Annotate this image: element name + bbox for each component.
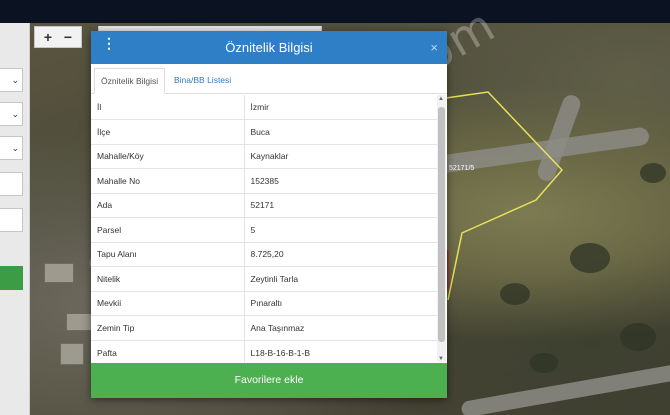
table-row: Mahalle/Köy Kaynaklar [91,143,437,169]
attribute-value: 8.725,20 [244,241,437,267]
attribute-key: Nitelik [91,266,245,291]
attribute-table: İl İzmir İlçe Buca Mahalle/Köy Kaynaklar Mahal… [91,95,447,362]
modal-tabs: Öznitelik Bilgisi Bina/BB Listesi [91,64,447,94]
side-search-button[interactable] [0,266,23,290]
attribute-key: Parsel [91,217,245,242]
table-row: Tapu Alanı 8.725,20 [91,241,437,267]
map-zoom-controls: + − [34,26,82,48]
add-favorites-button[interactable]: Favorilere ekle [91,363,447,398]
side-select-1[interactable]: ⌄ [0,68,23,92]
attribute-key: Pafta [91,339,245,362]
attribute-key: İl [91,95,245,120]
table-row: Mevkii Pınaraltı [91,290,437,316]
tab-attribute-info[interactable]: Öznitelik Bilgisi [94,68,166,94]
scroll-thumb[interactable] [438,107,445,342]
side-input-2[interactable] [0,208,23,232]
modal-header: ⋮ Öznitelik Bilgisi × [91,31,447,64]
table-row: İl İzmir [91,95,437,120]
attribute-value: L18-B-16-B-1-B [244,339,437,362]
table-row: Zemin Tip Ana Taşınmaz [91,315,437,340]
table-row: Pafta L18-B-16-B-1-B [91,339,437,362]
attribute-key: Ada [91,192,245,218]
attribute-value: İzmir [250,102,269,112]
zoom-in-button[interactable]: + [41,29,55,45]
attribute-value: Kaynaklar [244,143,437,169]
attribute-key: Mevkii [91,290,245,316]
attribute-value: Zeytinli Tarla [244,266,437,291]
tab-building-list[interactable]: Bina/BB Listesi [168,68,237,94]
attribute-key: İlçe [91,119,245,144]
table-row: Ada 52171 [91,192,437,218]
attribute-value: 52171 [244,192,437,218]
scroll-down-icon[interactable]: ▼ [438,356,444,362]
close-icon[interactable]: × [430,40,438,55]
side-panel: ⌄ ⌄ ⌄ [0,23,30,415]
side-select-2[interactable]: ⌄ [0,102,23,126]
attribute-key: Zemin Tip [91,315,245,340]
parcel-label: 52171/5 [449,165,474,172]
table-row: İlçe Buca [91,119,437,144]
table-scrollbar[interactable]: ▲ ▼ [437,95,446,362]
attribute-value: Pınaraltı [244,290,437,316]
parcel-outline [445,91,564,301]
side-input-1[interactable] [0,172,23,196]
attribute-key: Mahalle/Köy [91,143,245,169]
attribute-key: Tapu Alanı [91,241,245,267]
attribute-info-modal: ⋮ Öznitelik Bilgisi × Öznitelik Bilgisi … [91,31,447,398]
table-row: Mahalle No 152385 [91,168,437,193]
table-row: Nitelik Zeytinli Tarla [91,266,437,291]
modal-title: Öznitelik Bilgisi [225,40,313,55]
attribute-value: Buca [244,119,437,144]
scroll-up-icon[interactable]: ▲ [438,96,444,102]
zoom-out-button[interactable]: − [61,29,75,45]
attribute-value: 152385 [244,168,437,193]
table-row: Parsel 5 [91,217,437,242]
attribute-value: Ana Taşınmaz [244,315,437,340]
side-select-3[interactable]: ⌄ [0,136,23,160]
attribute-key: Mahalle No [91,168,245,193]
attribute-value: 5 [244,217,437,242]
